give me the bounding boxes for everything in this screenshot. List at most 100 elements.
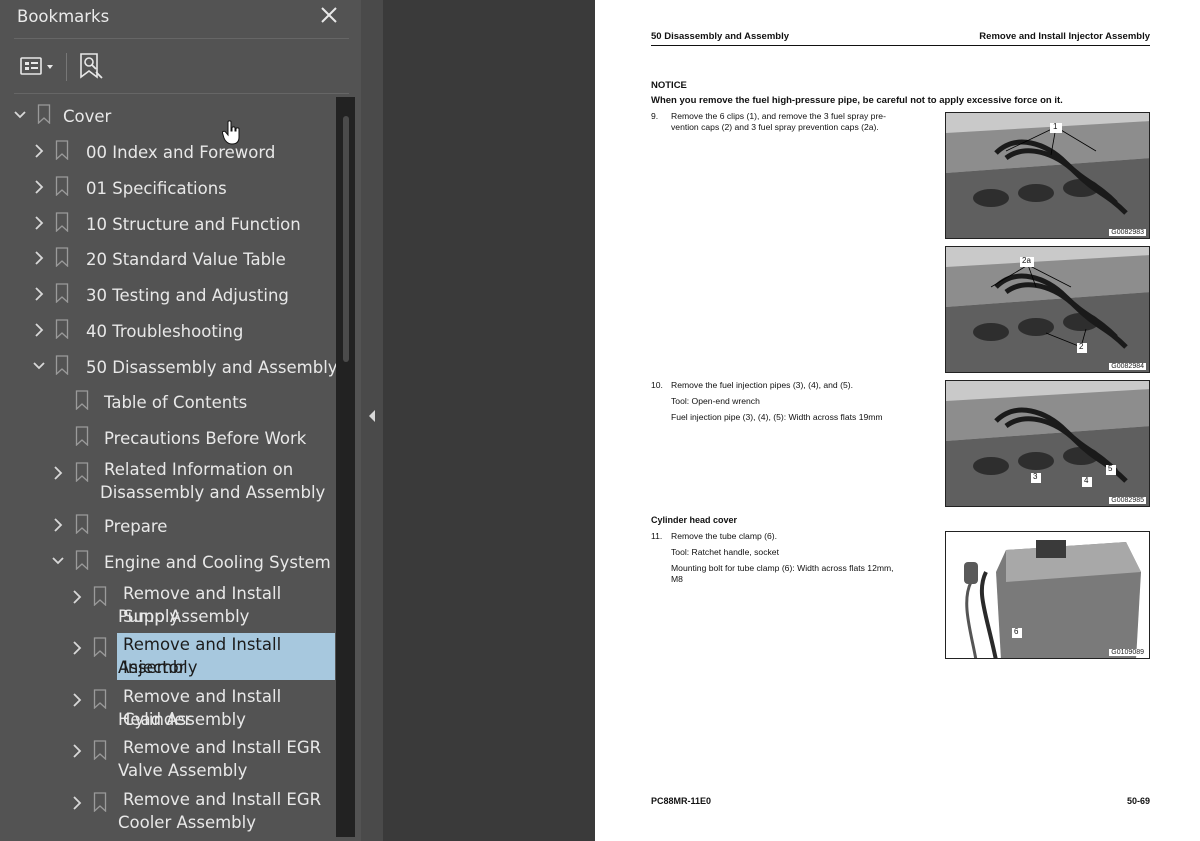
bookmark-icon [75,462,89,482]
bookmarks-toolbar [14,38,349,94]
document-page: 50 Disassembly and Assembly Remove and I… [595,0,1200,841]
bookmark-item[interactable]: 50 Disassembly and Assembly [0,351,338,381]
bookmark-item[interactable]: Related Information on Disassembly and As… [0,458,336,508]
bookmark-item[interactable]: Remove and Install EGR Cooler Assembly [0,788,336,838]
engine-photo [946,532,1149,658]
step-text: Remove the 6 clips (1), and remove the 3… [671,111,886,121]
scrollbar-thumb[interactable] [343,116,349,362]
bookmark-item[interactable]: Cover [0,100,336,130]
bookmark-icon [93,586,107,606]
figure-spray-caps: 2a 2 G0082984 [945,246,1150,373]
collapse-panel-icon[interactable] [368,409,376,423]
chevron-right-icon[interactable] [33,287,45,301]
bookmark-item[interactable]: Remove and Install EGR Valve Assembly [0,736,336,786]
bookmark-icon [55,140,69,160]
bookmark-item[interactable]: 20 Standard Value Table [0,243,336,273]
bookmark-item[interactable]: Remove and Install Cylinder Head Assembly [0,685,336,735]
chevron-right-icon[interactable] [33,144,45,158]
document-viewer-background [383,0,595,841]
bookmark-label: Prepare [104,517,168,536]
find-bookmark-icon[interactable] [78,52,104,80]
chevron-right-icon[interactable] [33,251,45,265]
pdf-viewer-app: Bookmarks Cover 00 Index and Foreword 01… [0,0,1200,841]
bookmark-item[interactable]: Remove and Install Supply Pump Assembly [0,582,336,632]
chevron-down-icon[interactable] [52,554,64,568]
step-number: 11. [651,531,663,541]
bookmark-icon [55,212,69,232]
step-number: 9. [651,111,659,121]
bookmark-label: 10 Structure and Function [86,215,301,234]
bookmark-label: Head Assembly [118,710,246,729]
callout-label: 1 [1053,122,1058,131]
bookmark-label: Table of Contents [104,393,248,412]
bookmark-item[interactable]: Engine and Cooling System [0,546,336,576]
chevron-right-icon[interactable] [33,323,45,337]
callout-label: 3 [1033,472,1038,481]
bookmark-icon [93,792,107,812]
step-text: Remove the fuel injection pipes (3), (4)… [671,380,853,390]
chevron-right-icon[interactable] [33,216,45,230]
bookmarks-header: Bookmarks [0,0,361,36]
bookmark-label: Remove and Install EGR [123,738,322,757]
bookmark-label: 50 Disassembly and Assembly [86,358,338,377]
bookmark-label: Cooler Assembly [118,813,257,832]
step-body: Remove the tube clamp (6). Tool: Ratchet… [671,531,894,585]
callout-label: 4 [1084,476,1089,485]
chevron-right-icon[interactable] [33,180,45,194]
step-text: M8 [671,574,683,584]
chevron-right-icon[interactable] [71,641,83,655]
bookmark-icon [75,390,89,410]
page-header-section: 50 Disassembly and Assembly [651,31,789,42]
bookmarks-panel: Bookmarks Cover 00 Index and Foreword 01… [0,0,361,841]
bookmark-icon [55,176,69,196]
bookmark-item[interactable]: 40 Troubleshooting [0,315,336,345]
bookmark-item[interactable]: Remove and Install Injector Assembly [0,633,336,683]
bookmark-icon [37,104,51,124]
bookmark-item[interactable]: Precautions Before Work [0,422,336,452]
bookmark-item[interactable]: 00 Index and Foreword [0,136,336,166]
callout-label: 6 [1014,627,1019,636]
step-number: 10. [651,380,663,390]
step-body: Remove the fuel injection pipes (3), (4)… [671,380,883,423]
step-11: 11. Remove the tube clamp (6). Tool: Rat… [651,531,941,587]
chevron-down-icon[interactable] [14,108,26,122]
bookmark-label: Related Information on [104,460,294,479]
bookmark-item[interactable]: 10 Structure and Function [0,208,336,238]
bookmark-options-icon[interactable] [20,55,60,79]
callout-label: 5 [1108,464,1113,473]
figure-code: G0082983 [1109,229,1146,236]
step-10: 10. Remove the fuel injection pipes (3),… [651,380,941,426]
page-header-title: Remove and Install Injector Assembly [979,31,1150,42]
bookmark-label: Disassembly and Assembly [100,483,326,502]
bookmark-icon [55,319,69,339]
bookmark-label: 40 Troubleshooting [86,322,244,341]
bookmark-item[interactable]: Prepare [0,510,336,540]
chevron-right-icon[interactable] [71,744,83,758]
chevron-right-icon[interactable] [52,518,64,532]
figure-code: G0109089 [1109,649,1146,656]
figure-code: G0082985 [1109,497,1146,504]
bookmark-item[interactable]: 30 Testing and Adjusting [0,279,336,309]
bookmarks-title: Bookmarks [17,7,110,26]
chevron-right-icon[interactable] [71,693,83,707]
chevron-right-icon[interactable] [71,590,83,604]
notice-text: When you remove the fuel high-pressure p… [651,95,1063,106]
engine-photo [946,113,1149,238]
bookmark-item[interactable]: Table of Contents [0,386,336,416]
header-rule [651,45,1150,46]
bookmark-label: Pump Assembly [118,607,250,626]
page-footer-model: PC88MR-11E0 [651,796,712,806]
engine-photo [946,381,1149,506]
chevron-down-icon[interactable] [33,359,45,373]
bookmark-item[interactable]: 01 Specifications [0,172,336,202]
figure-clips: 1 G0082983 [945,112,1150,239]
engine-photo [946,247,1149,372]
bookmark-tree: Cover 00 Index and Foreword 01 Specificati… [0,96,340,841]
bookmark-label: Valve Assembly [118,761,248,780]
step-text: Tool: Ratchet handle, socket [671,547,779,557]
chevron-right-icon[interactable] [52,466,64,480]
close-icon[interactable] [319,5,339,25]
chevron-right-icon[interactable] [71,796,83,810]
step-text: Remove the tube clamp (6). [671,531,778,541]
bookmark-label: 20 Standard Value Table [86,250,286,269]
